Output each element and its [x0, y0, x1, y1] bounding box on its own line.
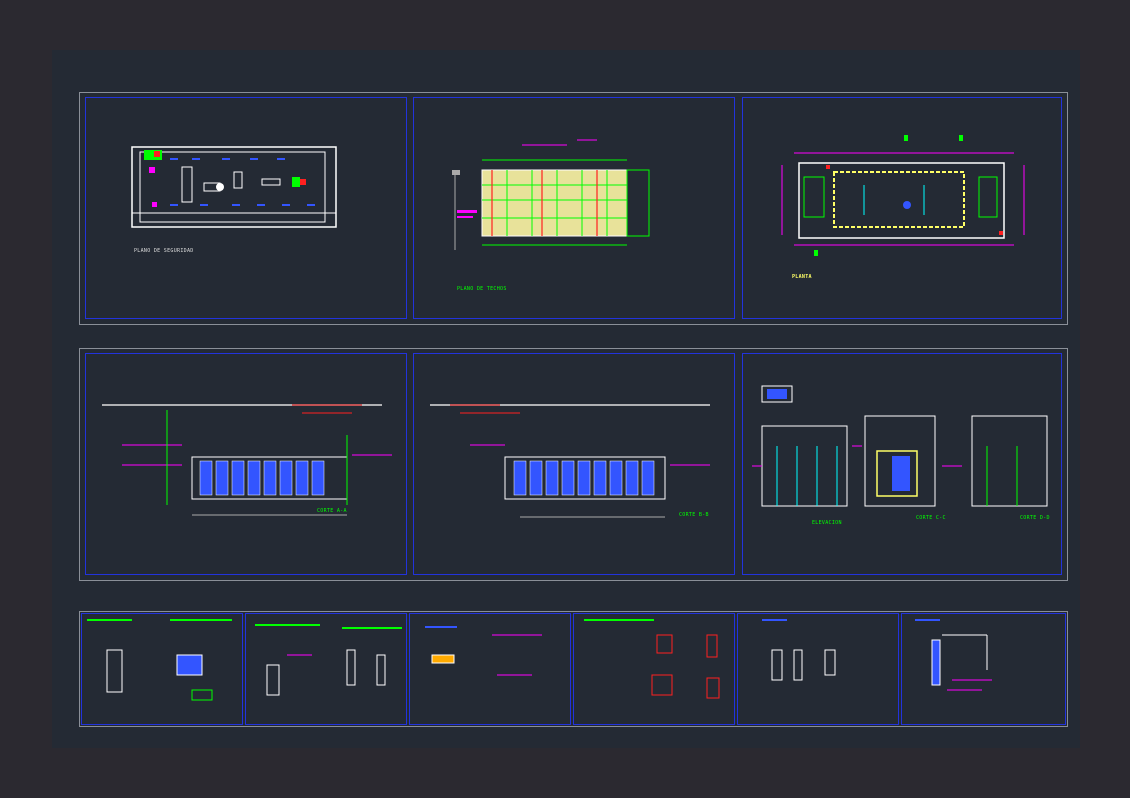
- detail-drawings: [87, 619, 992, 701]
- drawing-sheet: PLANO DE SEGURIDAD PLANO DE TECHOS PLANT…: [52, 50, 1080, 748]
